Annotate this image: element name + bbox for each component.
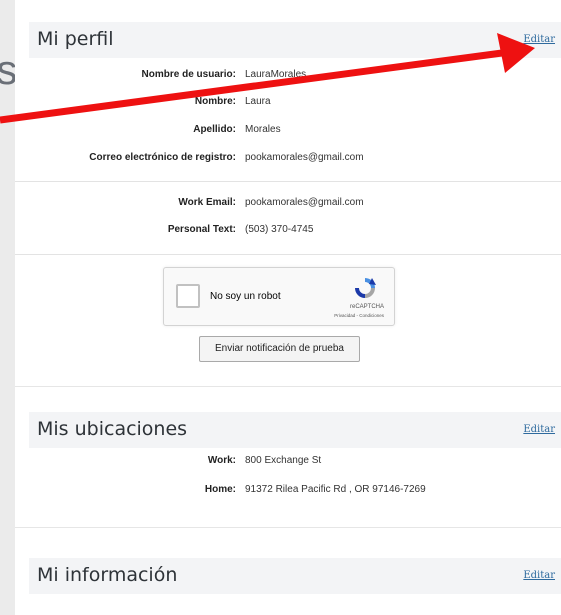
profile-row-first-name: Nombre: Laura — [15, 96, 561, 114]
profile-panel-title: Mi perfil — [37, 28, 114, 50]
first-name-value: Laura — [245, 96, 271, 107]
profile-edit-link[interactable]: Editar — [523, 34, 555, 45]
info-panel-title: Mi información — [37, 564, 178, 586]
send-test-notification-button[interactable]: Enviar notificación de prueba — [199, 336, 360, 362]
last-name-value: Morales — [245, 124, 281, 135]
info-edit-link[interactable]: Editar — [523, 570, 555, 581]
username-label: Nombre de usuario: — [141, 69, 236, 80]
work-location-value: 800 Exchange St — [245, 455, 322, 466]
personal-text-value: (503) 370-4745 — [245, 224, 314, 235]
locations-bottom-separator — [15, 527, 561, 528]
username-value: LauraMorales — [245, 69, 307, 80]
work-email-label: Work Email: — [178, 197, 236, 208]
recaptcha-widget: No soy un robot reCAPTCHA Privacidad - C… — [163, 267, 395, 326]
first-name-label: Nombre: — [194, 96, 236, 107]
locations-panel: Mis ubicaciones Editar Work: 800 Exchang… — [15, 393, 561, 527]
work-location-label: Work: — [207, 455, 236, 466]
left-background-strip: es — [0, 0, 17, 615]
work-email-value: pookamorales@gmail.com — [245, 197, 364, 208]
location-row-home: Home: 91372 Rilea Pacific Rd , OR 97146-… — [15, 484, 561, 502]
locations-panel-header: Mis ubicaciones Editar — [29, 412, 561, 448]
profile-bottom-separator — [15, 386, 561, 387]
recaptcha-terms-link[interactable]: Privacidad - Condiciones — [294, 313, 384, 318]
profile-divider-2 — [15, 254, 561, 255]
profile-row-email: Correo electrónico de registro: pookamor… — [15, 152, 561, 170]
profile-divider-1 — [15, 181, 561, 182]
profile-row-username: Nombre de usuario: LauraMorales — [15, 69, 561, 87]
profile-row-work-email: Work Email: pookamorales@gmail.com — [15, 197, 561, 215]
email-value: pookamorales@gmail.com — [245, 152, 364, 163]
profile-row-personal-text: Personal Text: (503) 370-4745 — [15, 224, 561, 242]
profile-panel: Mi perfil Editar Nombre de usuario: Laur… — [15, 8, 561, 386]
locations-edit-link[interactable]: Editar — [523, 424, 555, 435]
recaptcha-checkbox[interactable] — [176, 284, 200, 308]
email-label: Correo electrónico de registro: — [89, 152, 236, 163]
profile-panel-header: Mi perfil Editar — [29, 22, 561, 58]
location-row-work: Work: 800 Exchange St — [15, 455, 561, 473]
recaptcha-label: No soy un robot — [210, 291, 281, 302]
locations-panel-title: Mis ubicaciones — [37, 418, 188, 440]
personal-text-label: Personal Text: — [167, 224, 236, 235]
last-name-label: Apellido: — [193, 124, 236, 135]
profile-row-last-name: Apellido: Morales — [15, 124, 561, 142]
recaptcha-brand: reCAPTCHA — [349, 304, 384, 310]
home-location-label: Home: — [204, 484, 236, 495]
info-panel: Mi información Editar — [15, 540, 561, 615]
recaptcha-logo-icon — [355, 278, 376, 298]
info-panel-header: Mi información Editar — [29, 558, 561, 594]
home-location-value: 91372 Rilea Pacific Rd , OR 97146-7269 — [245, 484, 426, 495]
